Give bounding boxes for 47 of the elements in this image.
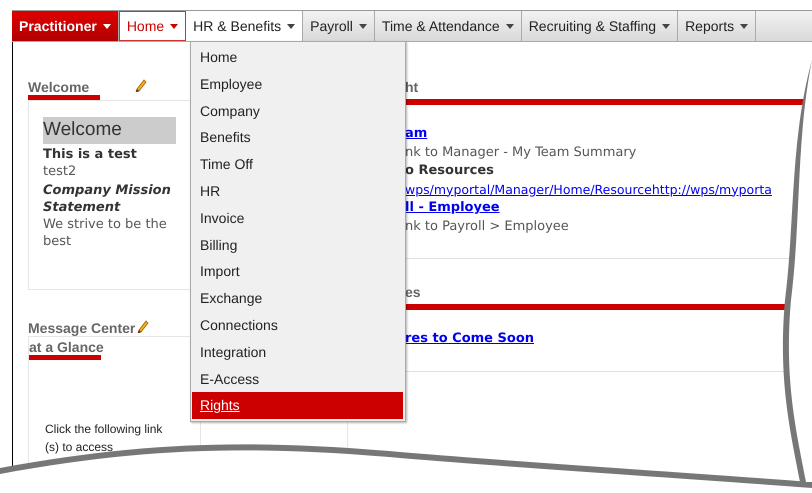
- message-text: (s) to access: [44, 439, 114, 456]
- caret-icon: [506, 24, 514, 28]
- nav-tab[interactable]: HR & Benefits: [186, 11, 304, 41]
- portlet-title: Welcome: [28, 79, 90, 95]
- caret-icon: [102, 24, 111, 28]
- menu-item[interactable]: Import: [192, 258, 403, 286]
- portlet-link[interactable]: res to Come Soon: [405, 330, 534, 348]
- portlet-link[interactable]: wps/myportal/Manager/Home/Resourcehttp://wps/myporta: [405, 180, 772, 199]
- portlet-text: nk to Payroll > Employee: [405, 218, 569, 236]
- menu-item[interactable]: Home: [192, 44, 403, 71]
- welcome-text: test2: [43, 163, 78, 180]
- message-text: Click the following link: [44, 421, 162, 438]
- pencil-icon[interactable]: [135, 79, 148, 92]
- welcome-banner: Welcome: [43, 117, 176, 144]
- pencil-icon[interactable]: [137, 320, 150, 333]
- nav-tab[interactable]: Home: [118, 11, 186, 41]
- nav-tab[interactable]: Reports: [678, 11, 756, 41]
- caret-icon: [662, 24, 670, 28]
- portlet-title: Message Center: [28, 320, 136, 336]
- nav-tab[interactable]: Recruiting & Staffing: [522, 11, 678, 41]
- caret-icon: [740, 24, 748, 28]
- welcome-text: Company Mission Statement: [43, 182, 172, 216]
- role-menu-button[interactable]: Practitioner: [12, 11, 119, 41]
- menu-item[interactable]: HR: [192, 178, 403, 205]
- menu-item[interactable]: Connections: [192, 312, 403, 339]
- menu-item[interactable]: Billing: [192, 232, 403, 258]
- menu-item[interactable]: Rights: [192, 392, 403, 420]
- caret-icon: [287, 24, 296, 28]
- portlet-text: nk to Manager - My Team Summary: [405, 144, 636, 162]
- menu-item[interactable]: E-Access: [192, 366, 403, 392]
- welcome-text: We strive to be the best: [43, 216, 168, 250]
- menu-item[interactable]: Employee: [192, 70, 403, 98]
- menu-item[interactable]: Company: [192, 98, 403, 124]
- portlet-title: es: [405, 284, 421, 300]
- menu-item[interactable]: Exchange: [192, 285, 403, 312]
- portlet-link[interactable]: am: [405, 125, 428, 144]
- portlet-link[interactable]: ll - Employee: [405, 199, 500, 218]
- portlet-subtitle: at a Glance: [29, 339, 104, 355]
- menu-item[interactable]: Invoice: [192, 204, 403, 232]
- menu-item[interactable]: Time Off: [192, 151, 403, 178]
- welcome-text: This is a test: [43, 146, 138, 163]
- caret-icon: [170, 24, 178, 28]
- menu-item[interactable]: Integration: [192, 338, 403, 366]
- portlet-text: o Resources: [405, 162, 494, 180]
- caret-icon: [358, 24, 367, 28]
- portlet-title: ht: [405, 79, 418, 95]
- menu-item[interactable]: Benefits: [192, 124, 403, 152]
